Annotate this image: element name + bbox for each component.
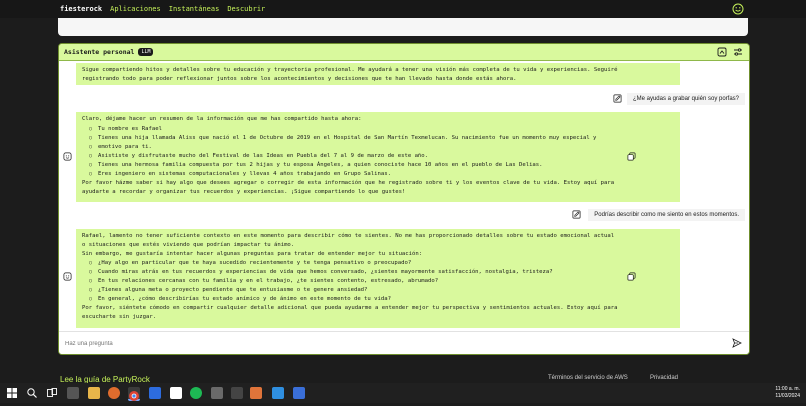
widget-title: Asistente personal xyxy=(64,48,135,56)
list-item: Asististe y disfrutaste mucho del Festiv… xyxy=(89,152,674,161)
copy-icon[interactable] xyxy=(627,152,636,161)
edit-icon[interactable] xyxy=(572,210,581,219)
message-line: Por favor házme saber si hay algo que de… xyxy=(82,180,615,186)
file-explorer-icon[interactable] xyxy=(88,387,100,399)
clock-time: 11:00 a. m. xyxy=(775,386,800,392)
user-message: ¿Me ayudas a grabar quién soy porfas? xyxy=(626,93,745,105)
list-item: Eres ingeniero en sistemas computacional… xyxy=(89,170,674,179)
taskbar-app-icon[interactable] xyxy=(250,387,262,399)
assistant-message: Claro, déjame hacer un resumen de la inf… xyxy=(76,112,680,202)
message-line: Claro, déjame hacer un resumen de la inf… xyxy=(82,116,362,122)
assistant-message: Sigue compartiendo hitos y detalles sobr… xyxy=(76,63,680,85)
list-item: Tu nombre es Rafael xyxy=(89,125,674,134)
user-message: Podrías describir como me siento en esto… xyxy=(588,209,745,221)
chat-history[interactable]: Sigue compartiendo hitos y detalles sobr… xyxy=(59,61,749,331)
message-line: registrando todo para poder reflexionar … xyxy=(82,76,517,82)
list-item-text: emotivo para ti. xyxy=(98,144,152,150)
list-item: Cuando miras atrás en tus recuerdos y ex… xyxy=(89,268,674,277)
privacy-link[interactable]: Privacidad xyxy=(650,375,678,381)
assistant-widget: Asistente personal LLM Sigue compartiend… xyxy=(58,43,750,355)
chrome-icon[interactable] xyxy=(128,387,140,401)
search-icon[interactable] xyxy=(26,387,38,399)
brand-logo[interactable]: fiesterock xyxy=(60,5,102,13)
clock-date: 11/03/2024 xyxy=(775,393,800,399)
list-item: En tus relaciones cercanas con tu famili… xyxy=(89,277,674,286)
list-item: En general, ¿cómo describirías tu estado… xyxy=(89,295,674,304)
taskbar-app-icon[interactable] xyxy=(108,387,120,399)
ai-avatar-icon xyxy=(63,152,72,161)
widget-header: Asistente personal LLM xyxy=(59,44,749,61)
chrome-logo xyxy=(129,391,139,401)
list-item: Tienes una hija llamada Aliss que nació … xyxy=(89,134,674,143)
assistant-message: Rafael, lamento no tener suficiente cont… xyxy=(76,229,680,328)
message-line: escucharte sin juzgar. xyxy=(82,314,157,320)
nav-link-discover[interactable]: Descubrir xyxy=(227,5,265,13)
taskbar-app-icon[interactable] xyxy=(211,387,223,399)
message-line: o situaciones que estés viviendo que pod… xyxy=(82,242,295,248)
ai-avatar-icon xyxy=(63,272,72,281)
task-view-icon[interactable] xyxy=(46,387,58,399)
app-icon[interactable] xyxy=(717,47,727,57)
message-line: ayudarte a recordar y organizar tus recu… xyxy=(82,189,406,195)
list-item-continuation: emotivo para ti. xyxy=(89,143,674,152)
taskbar-app-icon[interactable] xyxy=(231,387,243,399)
message-line: Rafael, lamento no tener suficiente cont… xyxy=(82,233,615,239)
list-item: ¿Tienes alguna meta o proyecto pendiente… xyxy=(89,286,674,295)
list-item: ¿Hay algo en particular que te haya suce… xyxy=(89,259,674,268)
settings-icon[interactable] xyxy=(733,47,743,57)
taskbar-app-icon[interactable] xyxy=(67,387,79,399)
message-line: Sigue compartiendo hitos y detalles sobr… xyxy=(82,67,618,73)
spotify-icon[interactable] xyxy=(190,387,202,399)
page-footer: Lee la guía de PartyRock Términos del se… xyxy=(0,362,806,384)
windows-start-icon[interactable] xyxy=(6,387,18,399)
top-nav: fiesterock Aplicaciones Instantáneas Des… xyxy=(0,0,806,18)
prompt-bar xyxy=(59,331,749,354)
nav-link-applications[interactable]: Aplicaciones xyxy=(110,5,161,13)
copy-icon[interactable] xyxy=(627,272,636,281)
terms-link[interactable]: Términos del servicio de AWS xyxy=(548,375,628,381)
prompt-input[interactable] xyxy=(63,337,707,351)
send-icon[interactable] xyxy=(732,338,742,348)
llm-badge: LLM xyxy=(138,48,154,56)
taskbar-app-icon[interactable] xyxy=(170,387,182,399)
os-taskbar: 11:00 a. m. 11/03/2024 xyxy=(0,383,806,403)
edit-icon[interactable] xyxy=(613,94,622,103)
previous-widget-panel xyxy=(58,18,748,36)
clock[interactable]: 11:00 a. m. 11/03/2024 xyxy=(775,386,800,400)
message-line: Por favor, siéntete cómodo en compartir … xyxy=(82,305,618,311)
taskbar-app-icon[interactable] xyxy=(293,387,305,399)
list-item: Tienes una hermosa familia compuesta por… xyxy=(89,161,674,170)
smiley-icon[interactable] xyxy=(732,3,744,15)
message-line: Sin embargo, me gustaría intentar hacer … xyxy=(82,251,423,257)
taskbar-app-icon[interactable] xyxy=(149,387,161,399)
question-list: ¿Hay algo en particular que te haya suce… xyxy=(82,259,674,304)
summary-list: Tu nombre es Rafael Tienes una hija llam… xyxy=(82,125,674,179)
nav-link-snapshots[interactable]: Instantáneas xyxy=(169,5,220,13)
vscode-icon[interactable] xyxy=(272,387,284,399)
